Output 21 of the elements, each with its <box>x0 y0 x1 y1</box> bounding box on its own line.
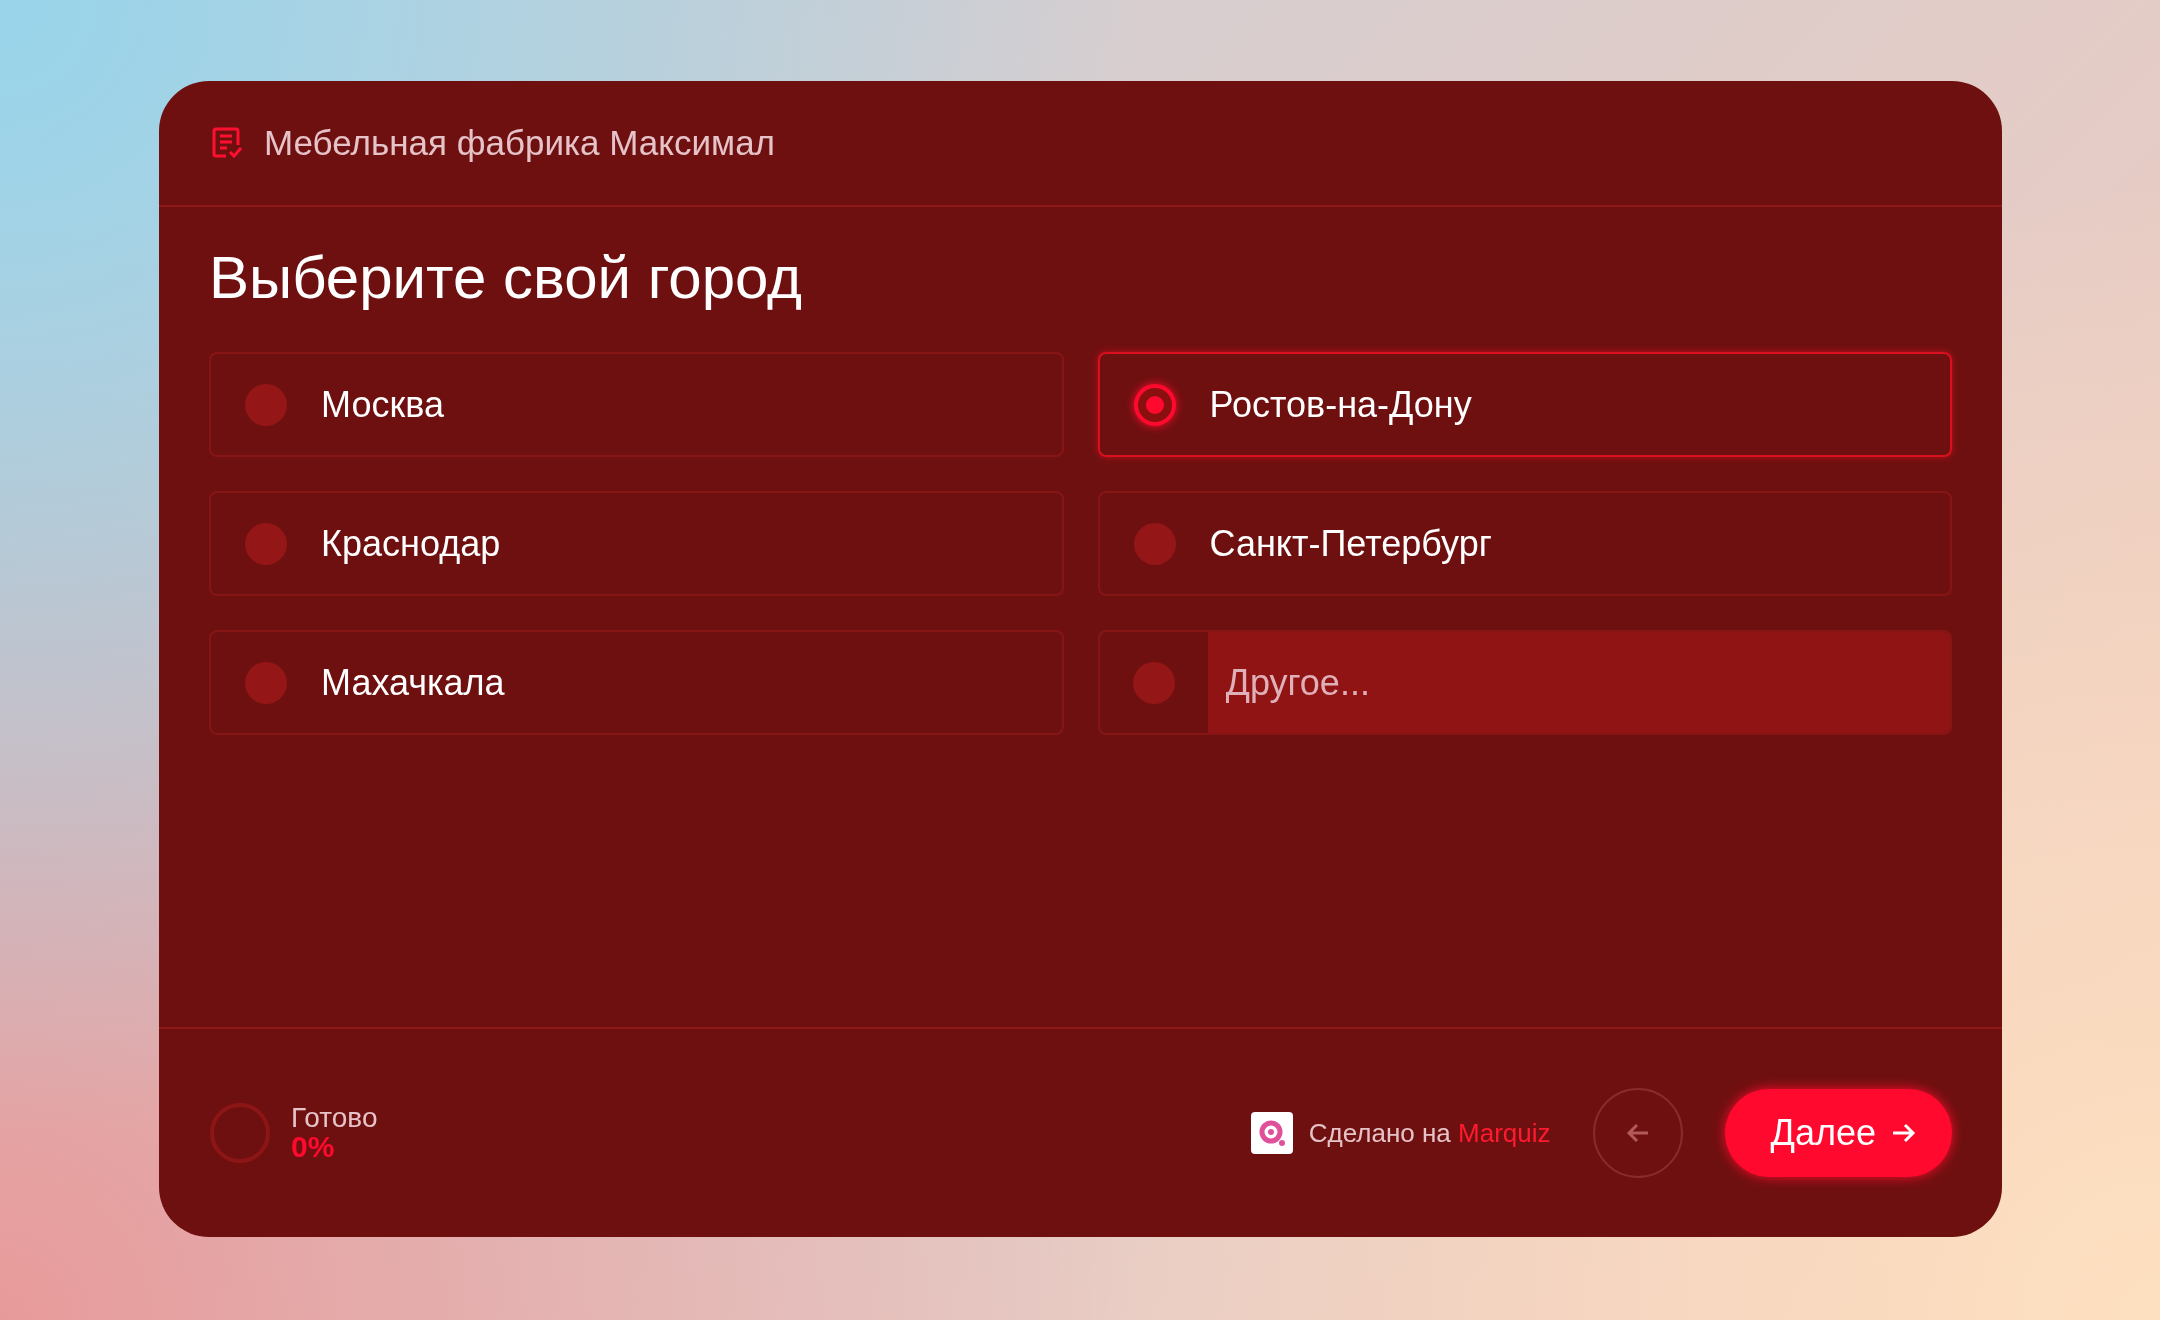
radio-button[interactable] <box>1133 522 1176 565</box>
back-button[interactable] <box>1592 1088 1683 1178</box>
next-button[interactable]: Далее <box>1724 1089 1952 1177</box>
progress-value: 0% <box>291 1132 336 1162</box>
progress-label: Готово <box>291 1104 378 1132</box>
radio-button[interactable] <box>1133 383 1176 426</box>
company-title: Мебельная фабрика Максимал <box>264 123 776 163</box>
radio-button[interactable] <box>245 383 287 426</box>
logo-icon <box>1250 1112 1293 1154</box>
question-title: Выберите свой город <box>209 243 804 312</box>
checklist-icon <box>210 126 244 160</box>
city-option[interactable]: Махачкала <box>209 630 1064 735</box>
radio-button[interactable] <box>245 522 287 565</box>
city-option[interactable]: Москва <box>209 352 1064 457</box>
made-with-text: Сделано на Marquiz <box>1308 1117 1551 1149</box>
radio-button[interactable] <box>245 661 287 704</box>
city-option[interactable]: Краснодар <box>209 491 1064 596</box>
city-option[interactable]: Санкт-Петербург <box>1097 491 1952 596</box>
radio-button[interactable] <box>1132 661 1175 704</box>
city-option[interactable]: Ростов-на-Дону <box>1097 352 1952 457</box>
other-input-field[interactable]: Другое... <box>1207 632 1950 733</box>
